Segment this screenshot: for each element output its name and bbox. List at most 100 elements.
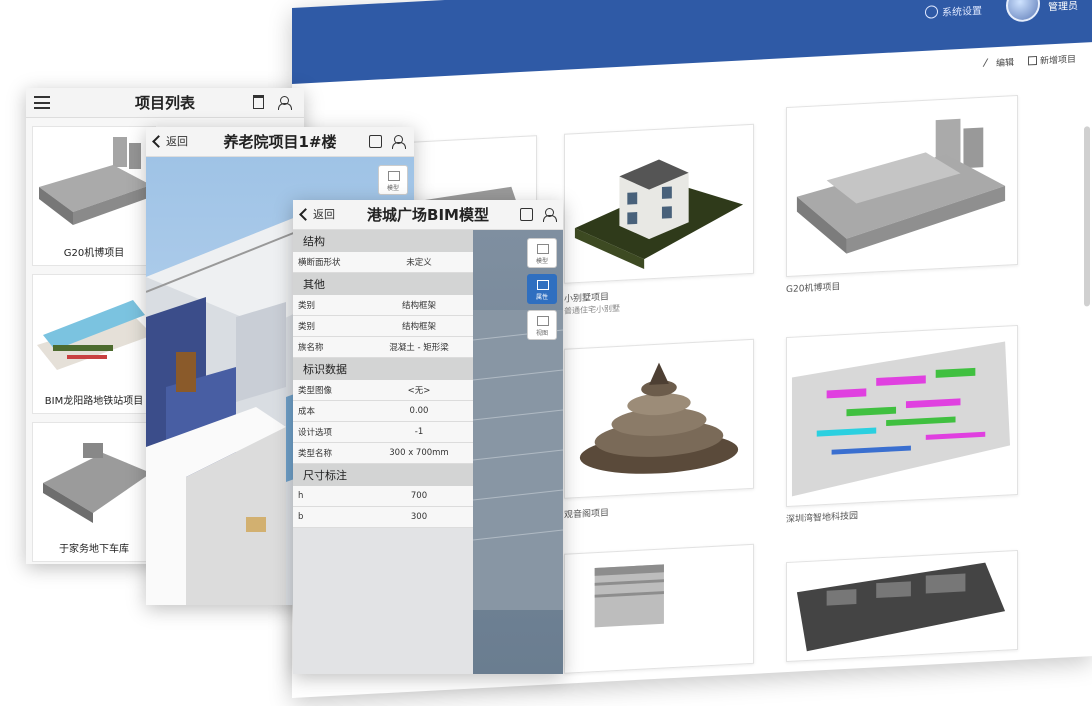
back-label: 返回 <box>166 135 188 148</box>
project-card[interactable] <box>564 543 754 674</box>
property-row: 类别 结构框架 <box>293 316 473 337</box>
viewer-header: 返回 养老院项目1#楼 <box>146 127 414 157</box>
property-value: 300 x 700mm <box>389 448 449 458</box>
avatar[interactable] <box>1006 0 1040 23</box>
add-project-label: 新增项目 <box>1039 54 1076 67</box>
property-key: 类型名称 <box>298 449 333 459</box>
property-key: 族名称 <box>298 343 324 353</box>
project-card[interactable] <box>564 338 754 499</box>
property-row: 类型名称 300 x 700mm <box>293 443 473 464</box>
properties-panel: 结构 横断面形状 未定义 其他 类别 结构框架 类别 结构框架 族名称 混凝土 - 矩形… <box>293 230 473 674</box>
property-value: <无> <box>407 386 431 396</box>
back-button[interactable]: 返回 <box>152 133 188 149</box>
model-icon <box>388 171 400 181</box>
model-button-label: 模型 <box>535 258 548 265</box>
property-row: h 700 <box>293 486 473 507</box>
property-key: 设计选项 <box>298 428 333 438</box>
project-card[interactable] <box>786 549 1018 663</box>
card-title: 小别墅项目 <box>564 292 610 305</box>
user-name[interactable]: 管理员 <box>1048 0 1078 14</box>
property-row: 类别 结构框架 <box>293 295 473 316</box>
property-value: 结构框架 <box>401 322 436 332</box>
property-key: 类别 <box>298 301 316 311</box>
project-card[interactable] <box>786 324 1018 508</box>
list-item-name: 于家务地下车库 <box>59 544 129 555</box>
model-icon <box>537 244 549 254</box>
view-button-label: 视图 <box>535 330 548 337</box>
group-header[interactable]: 结构 <box>293 230 473 252</box>
property-key: h <box>298 491 304 501</box>
list-item[interactable]: G20机博项目 <box>32 126 156 266</box>
property-row: 设计选项 -1 <box>293 422 473 443</box>
city-thumbnail <box>796 562 1006 652</box>
complex-thumbnail <box>796 118 1006 254</box>
property-key: b <box>298 512 304 522</box>
project-card[interactable] <box>786 94 1018 278</box>
property-key: 横断面形状 <box>298 258 341 268</box>
pencil-icon <box>982 58 996 67</box>
3d-viewport[interactable]: 模型 属性 视图 <box>472 230 563 674</box>
view-button[interactable]: 视图 <box>527 310 557 340</box>
user-icon[interactable] <box>543 208 557 222</box>
back-button[interactable]: 返回 <box>299 206 335 222</box>
chevron-left-icon <box>152 134 165 148</box>
user-icon[interactable] <box>278 96 292 110</box>
project-card[interactable] <box>564 123 754 284</box>
tower-thumbnail <box>594 564 664 628</box>
page-title: 港城广场BIM模型 <box>367 206 489 224</box>
card-title: 观音阁项目 <box>564 508 610 521</box>
property-key: 类型图像 <box>298 386 333 396</box>
model-button-label: 模型 <box>386 185 399 192</box>
page-title: 养老院项目1#楼 <box>223 133 337 151</box>
card-title: 深圳湾智地科技园 <box>786 511 859 526</box>
property-key: 成本 <box>298 407 316 417</box>
scrollbar[interactable] <box>1084 126 1090 307</box>
property-row: b 300 <box>293 507 473 528</box>
list-item-name: G20机博项目 <box>63 248 125 259</box>
scan-icon[interactable] <box>520 208 533 221</box>
property-row: 横断面形状 未定义 <box>293 252 473 273</box>
menu-icon[interactable] <box>34 96 50 109</box>
property-value: -1 <box>414 427 424 437</box>
trash-icon[interactable] <box>253 95 264 109</box>
list-item-name: BIM龙阳路地铁站项目 <box>44 396 144 407</box>
group-header[interactable]: 其他 <box>293 273 473 295</box>
view-icon <box>537 316 549 326</box>
project-list-header: 项目列表 <box>26 88 304 118</box>
settings-link[interactable]: 系统设置 <box>925 2 982 20</box>
list-item[interactable]: BIM龙阳路地铁站项目 <box>32 274 156 414</box>
add-icon <box>1027 55 1037 65</box>
property-value: 混凝土 - 矩形梁 <box>389 343 449 353</box>
station-thumbnail <box>37 300 153 370</box>
scan-icon[interactable] <box>369 135 382 148</box>
page-title: 项目列表 <box>134 94 195 112</box>
properties-icon <box>537 280 549 290</box>
property-row: 族名称 混凝土 - 矩形梁 <box>293 337 473 358</box>
property-value: 结构框架 <box>401 301 436 311</box>
back-label: 返回 <box>313 208 335 221</box>
user-icon[interactable] <box>392 135 406 149</box>
edit-label: 编辑 <box>995 57 1014 69</box>
garage-thumbnail <box>43 443 151 523</box>
settings-icon <box>925 5 938 19</box>
card-title: G20机博项目 <box>786 282 841 296</box>
properties-button[interactable]: 属性 <box>527 274 557 304</box>
property-value: 300 <box>410 512 428 522</box>
properties-screen: 返回 港城广场BIM模型 模型 属性 视图 结构 横断面形状 未定义 其他 类别 <box>293 200 563 674</box>
property-key: 类别 <box>298 322 316 332</box>
group-header[interactable]: 尺寸标注 <box>293 464 473 486</box>
group-header[interactable]: 标识数据 <box>293 358 473 380</box>
pagoda-thumbnail <box>579 362 739 474</box>
properties-button-label: 属性 <box>535 294 548 301</box>
building-thumbnail <box>39 137 151 225</box>
add-project-button[interactable]: 新增项目 <box>1027 51 1076 67</box>
villa-thumbnail <box>574 159 744 270</box>
list-item[interactable]: 于家务地下车库 <box>32 422 156 562</box>
card-subtitle: 普通住宅小别墅 <box>564 303 620 316</box>
property-row: 类型图像 <无> <box>293 380 473 401</box>
screenshot-stage: 系统设置 管理员 编辑 新增项目 小别墅项目 普通住宅小别墅 观音阁项目 G20… <box>0 0 1092 706</box>
edit-button[interactable]: 编辑 <box>982 55 1014 70</box>
model-button[interactable]: 模型 <box>378 165 408 195</box>
property-row: 成本 0.00 <box>293 401 473 422</box>
model-button[interactable]: 模型 <box>527 238 557 268</box>
